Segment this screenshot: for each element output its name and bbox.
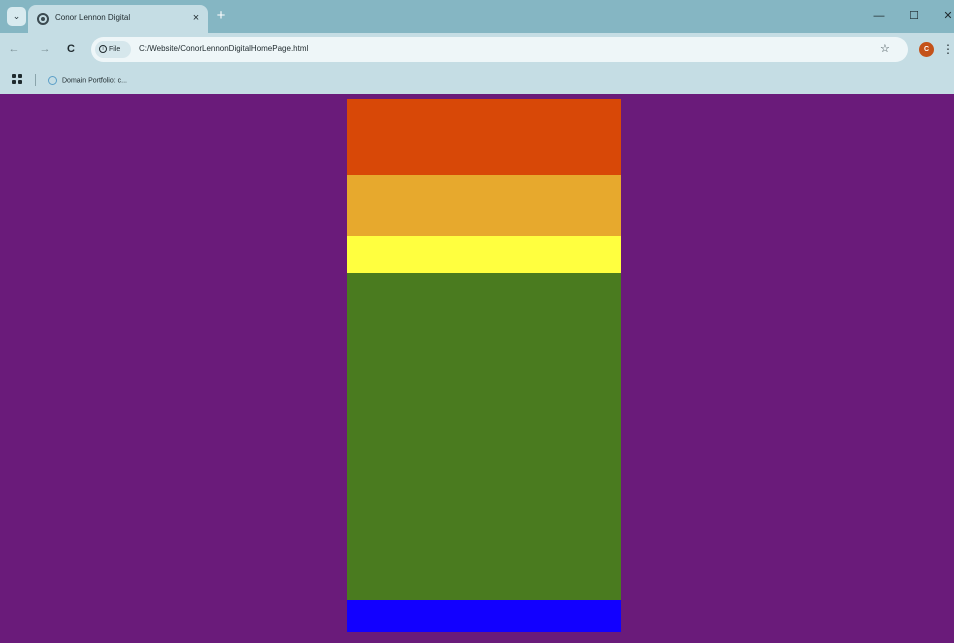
minimize-button[interactable]: — xyxy=(869,7,889,25)
apps-grid-icon[interactable] xyxy=(12,74,23,85)
globe-icon xyxy=(37,13,49,25)
band-orange xyxy=(347,99,621,175)
bookmarks-bar: Domain Portfolio: c... xyxy=(0,66,954,94)
new-tab-button[interactable]: + xyxy=(212,7,230,25)
kebab-menu-icon[interactable]: ⋮ xyxy=(942,41,954,57)
tab-strip: ⌄ Conor Lennon Digital × + — ☐ ✕ xyxy=(0,0,954,33)
active-tab[interactable]: Conor Lennon Digital × xyxy=(28,5,208,33)
band-blue xyxy=(347,600,621,632)
band-gold xyxy=(347,175,621,236)
page-viewport xyxy=(0,94,954,643)
close-window-button[interactable]: ✕ xyxy=(938,7,954,25)
address-bar[interactable]: i File C:/Website/ConorLennonDigitalHomeP… xyxy=(91,37,908,62)
reload-button[interactable]: C xyxy=(63,41,79,57)
bookmarks-divider xyxy=(35,74,36,86)
info-icon: i xyxy=(99,45,107,54)
bookmark-star-icon[interactable]: ☆ xyxy=(880,42,890,55)
maximize-button[interactable]: ☐ xyxy=(904,7,924,25)
tab-close-icon[interactable]: × xyxy=(189,11,203,25)
bookmark-label: Domain Portfolio: c... xyxy=(62,77,127,85)
band-yellow xyxy=(347,236,621,273)
url-text[interactable]: C:/Website/ConorLennonDigitalHomePage.ht… xyxy=(139,44,308,53)
band-green xyxy=(347,273,621,600)
back-button[interactable]: ← xyxy=(6,41,22,57)
color-band-stack xyxy=(347,99,621,632)
site-chip-label: File xyxy=(109,46,121,53)
toolbar: ← → C i File C:/Website/ConorLennonDigita… xyxy=(0,33,954,66)
forward-button[interactable]: → xyxy=(37,41,53,57)
tab-title: Conor Lennon Digital xyxy=(55,13,131,22)
profile-avatar[interactable]: C xyxy=(919,42,934,57)
site-info-chip[interactable]: i File xyxy=(95,41,131,58)
bookmark-domain-portfolio[interactable]: Domain Portfolio: c... xyxy=(48,72,127,88)
tab-search-button[interactable]: ⌄ xyxy=(7,7,26,26)
globe-icon xyxy=(48,76,57,86)
browser-chrome: ⌄ Conor Lennon Digital × + — ☐ ✕ ← → C i… xyxy=(0,0,954,94)
